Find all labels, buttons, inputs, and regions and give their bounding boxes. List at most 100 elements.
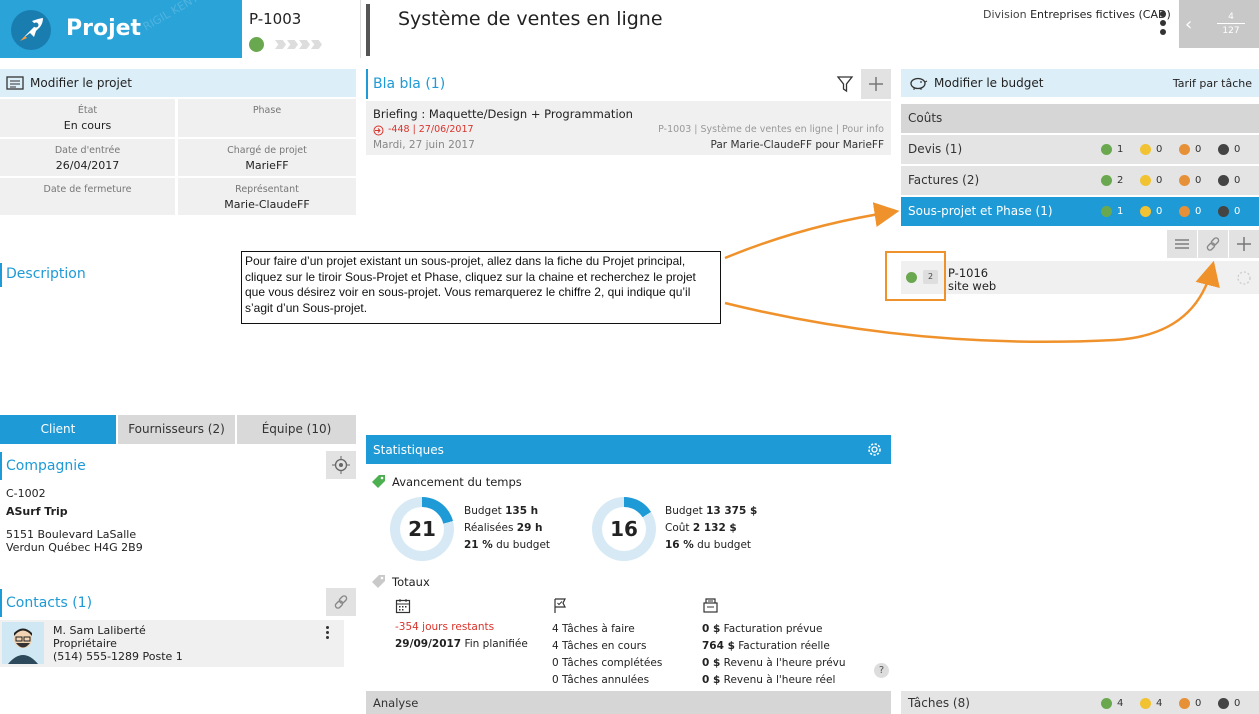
count-green: 1 [1101,144,1141,156]
count-orange: 0 [1179,144,1219,156]
pager-total: 127 [1222,26,1240,36]
count-value: 0 [1234,175,1241,186]
division-info[interactable]: Division Entreprises fictives (CAD) [983,8,1171,21]
orange-dot [1179,175,1190,186]
field-entry-date[interactable]: Date d'entrée 26/04/2017 [0,139,175,176]
locate-company-button[interactable] [326,451,356,479]
stats-header[interactable]: Statistiques [366,435,891,464]
budget-rate: Tarif par tâche [1172,77,1252,90]
task-total-line: 0 Tâches annulées [552,674,650,686]
blabla-item-overdue: -448 | 27/06/2017 [388,124,474,135]
count-yellow: 4 [1140,698,1180,710]
division-value: Entreprises fictives (CAD) [1030,8,1171,21]
analyse-row[interactable]: Analyse [366,691,891,714]
chevron-left-icon[interactable]: ‹ [1185,14,1192,35]
count-dark: 0 [1218,144,1258,156]
detail-label: Réalisées [464,522,514,534]
contact-role: Propriétaire [53,637,117,650]
project-panel-header[interactable]: Modifier le projet [0,69,356,97]
budget-row-devis[interactable]: Devis (1) 1 0 0 0 [901,135,1259,164]
task-total-line: 0 Tâches complétées [552,657,663,669]
task-totals: 4 Tâches à faire 4 Tâches en cours 0 Tâc… [552,621,662,689]
pager-divider [1217,23,1245,24]
contact-card[interactable]: M. Sam Laliberté Propriétaire (514) 555-… [0,620,344,667]
pager-current: 4 [1228,12,1234,22]
calendar-icon [395,599,411,614]
tab-team[interactable]: Équipe (10) [237,415,356,444]
yellow-dot [1140,698,1151,709]
cost-budget-details: Budget 13 375 $ Coût 2 132 $ 16 % du bud… [665,503,757,554]
green-dot [1101,175,1112,186]
contact-menu-icon[interactable] [326,626,330,642]
detail-value: 13 375 $ [706,505,758,517]
unlink-icon[interactable] [1236,270,1252,286]
detail-label: Budget [665,505,703,517]
record-pager[interactable]: ‹ 4 127 [1179,0,1259,48]
callout-arrows [724,202,1220,343]
field-phase[interactable]: Phase [178,99,356,137]
detail-label: du budget [697,539,752,551]
field-project-manager[interactable]: Chargé de projet MarieFF [178,139,356,176]
description-title[interactable]: Description [6,266,86,282]
company-name[interactable]: ASurf Trip [6,505,68,518]
detail-value: 2 132 $ [692,522,737,534]
count-dark: 0 [1218,175,1258,187]
more-menu-icon[interactable] [1159,11,1167,37]
time-donut-value: 21 [400,507,444,551]
tab-suppliers[interactable]: Fournisseurs (2) [118,415,235,444]
budget-row-factures[interactable]: Factures (2) 2 0 0 0 [901,166,1259,195]
count-value: 2 [1117,175,1124,186]
blabla-accent [366,69,368,99]
app-logo[interactable]: Projet RIGIL KENT [0,0,242,58]
field-label: Date d'entrée [54,145,121,156]
planned-end-date: 29/09/2017 [395,638,462,650]
progress-step-1 [275,40,286,49]
blabla-title[interactable]: Bla bla (1) [373,76,445,92]
field-state[interactable]: État En cours [0,99,175,137]
green-dot [1101,698,1112,709]
field-representative[interactable]: Représentant Marie-ClaudeFF [178,178,356,215]
contacts-accent [0,589,2,617]
budget-panel-title: Modifier le budget [934,76,1044,90]
budget-row-name: Factures (2) [908,173,980,187]
link-icon [334,595,348,609]
billing-value: 764 $ [702,640,735,652]
detail-label: Coût [665,522,690,534]
count-value: 0 [1195,698,1202,709]
budget-panel-header[interactable]: Modifier le budget Tarif par tâche [901,69,1259,97]
filter-icon[interactable] [836,75,854,93]
help-icon[interactable]: ? [874,663,889,678]
status-dot [249,37,264,52]
budget-row-tasks[interactable]: Tâches (8) 4 4 0 0 [901,691,1259,714]
tab-client[interactable]: Client [0,415,116,444]
contact-name: M. Sam Laliberté [53,624,146,637]
field-close-date[interactable]: Date de fermeture [0,178,175,215]
add-blabla-button[interactable] [861,69,891,99]
overdue-icon [373,125,384,136]
gear-icon[interactable] [866,441,883,458]
blabla-item-author: Par Marie-ClaudeFF pour MarieFF [710,139,884,151]
days-remaining: -354 jours restants [395,621,495,633]
billing-value: 0 $ [702,657,721,669]
count-value: 0 [1195,175,1202,186]
count-yellow: 0 [1140,144,1180,156]
invoice-icon [703,598,718,613]
company-code: C-1002 [6,487,46,500]
count-value: 0 [1234,144,1241,155]
billing-label: Facturation prévue [723,623,823,635]
detail-label: Budget [464,505,502,517]
count-value: 1 [1117,144,1124,155]
blabla-item[interactable]: Briefing : Maquette/Design + Programmati… [366,101,891,155]
detail-label: du budget [496,539,551,551]
dark-dot [1218,698,1229,709]
budget-costs-row[interactable]: Coûts [901,104,1259,133]
page-title: Système de ventes en ligne [398,8,663,30]
piggy-bank-icon [910,77,928,90]
billing-value: 0 $ [702,674,721,686]
division-label: Division [983,8,1027,21]
rocket-icon [11,10,51,50]
company-title[interactable]: Compagnie [6,458,86,474]
green-dot [1101,144,1112,155]
link-contact-button[interactable] [326,588,356,616]
contacts-title[interactable]: Contacts (1) [6,595,92,611]
